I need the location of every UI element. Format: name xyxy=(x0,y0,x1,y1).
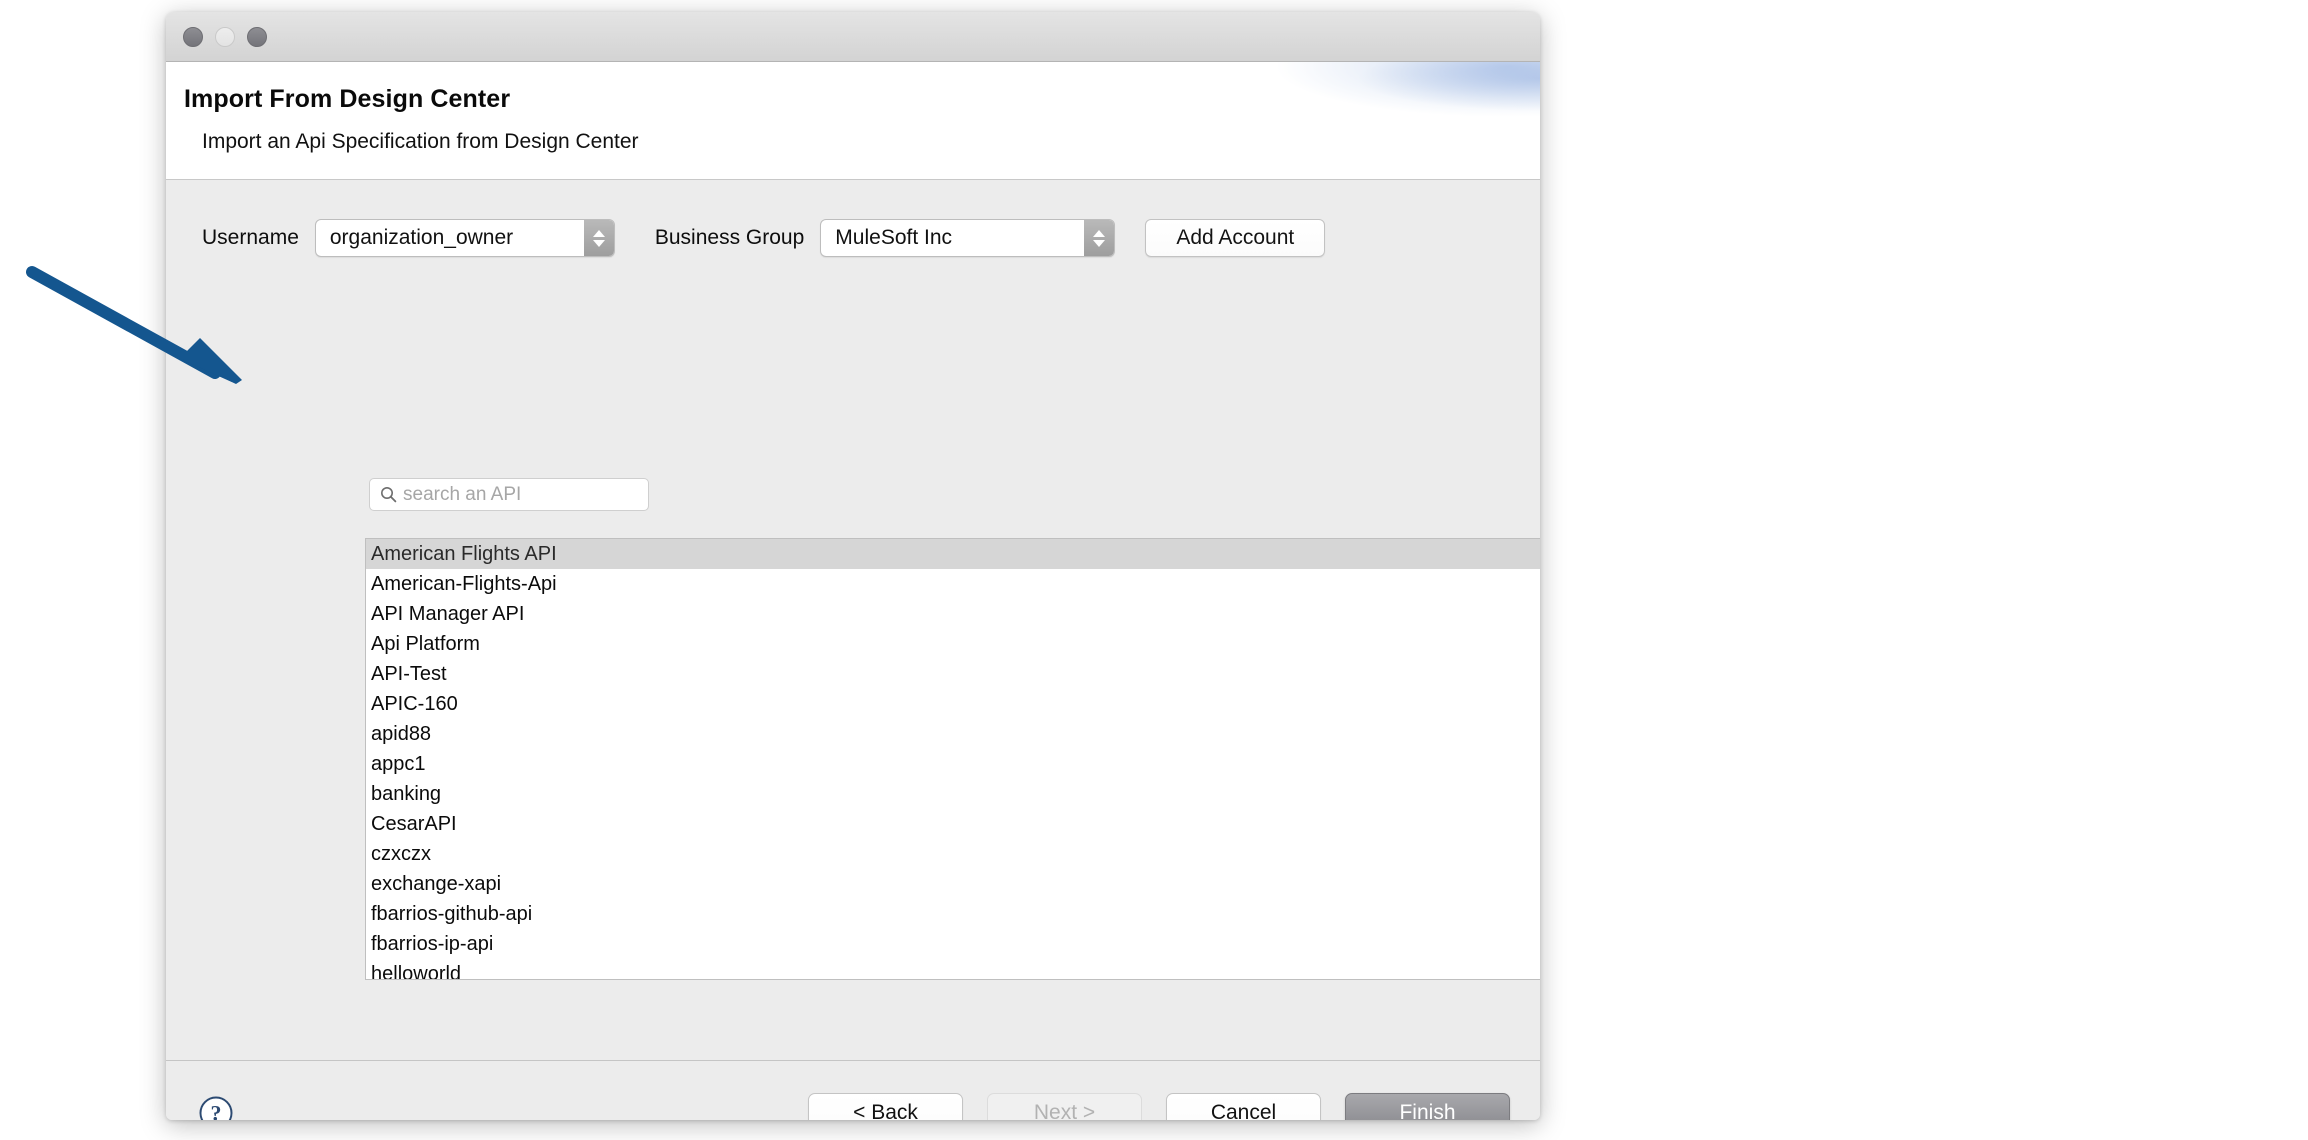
zoom-button-icon[interactable] xyxy=(247,27,267,47)
username-select-value: organization_owner xyxy=(316,226,513,250)
page-title: Import From Design Center xyxy=(184,85,510,114)
back-button[interactable]: < Back xyxy=(808,1093,963,1120)
next-button: Next > xyxy=(987,1093,1142,1120)
list-item[interactable]: American-Flights-Api xyxy=(366,569,1540,599)
business-group-select-value: MuleSoft Inc xyxy=(821,226,952,250)
footer-button-group: < Back Next > Cancel Finish xyxy=(808,1093,1510,1120)
minimize-button-icon[interactable] xyxy=(215,27,235,47)
header-decorative-gradient xyxy=(1120,62,1540,180)
window-titlebar xyxy=(166,12,1540,62)
page-subtitle: Import an Api Specification from Design … xyxy=(202,130,639,154)
api-list[interactable]: American Flights APIAmerican-Flights-Api… xyxy=(365,538,1540,980)
username-select[interactable]: organization_owner xyxy=(315,219,615,257)
account-form-row: Username organization_owner Business Gro… xyxy=(166,218,1540,258)
window-controls xyxy=(183,27,267,47)
list-item[interactable]: czxczx xyxy=(366,839,1540,869)
dialog-header: Import From Design Center Import an Api … xyxy=(166,62,1540,180)
business-group-select[interactable]: MuleSoft Inc xyxy=(820,219,1115,257)
search-placeholder-text: search an API xyxy=(403,484,521,506)
add-account-button[interactable]: Add Account xyxy=(1145,219,1325,257)
list-item[interactable]: CesarAPI xyxy=(366,809,1540,839)
search-icon xyxy=(380,486,397,503)
list-item[interactable]: apid88 xyxy=(366,719,1540,749)
dialog-window: Import From Design Center Import an Api … xyxy=(166,12,1540,1120)
list-item[interactable]: exchange-xapi xyxy=(366,869,1540,899)
dialog-body: Username organization_owner Business Gro… xyxy=(166,180,1540,1060)
list-item[interactable]: helloworld xyxy=(366,959,1540,980)
list-item[interactable]: American Flights API xyxy=(366,539,1540,569)
list-item[interactable]: fbarrios-ip-api xyxy=(366,929,1540,959)
help-button[interactable]: ? xyxy=(198,1095,234,1120)
cancel-button[interactable]: Cancel xyxy=(1166,1093,1321,1120)
list-item[interactable]: API-Test xyxy=(366,659,1540,689)
chevron-updown-icon[interactable] xyxy=(584,220,614,256)
business-group-label: Business Group xyxy=(655,226,804,250)
list-item[interactable]: Api Platform xyxy=(366,629,1540,659)
close-button-icon[interactable] xyxy=(183,27,203,47)
list-item[interactable]: API Manager API xyxy=(366,599,1540,629)
list-item[interactable]: APIC-160 xyxy=(366,689,1540,719)
api-search[interactable]: search an API xyxy=(369,478,649,511)
svg-text:?: ? xyxy=(211,1101,222,1121)
username-label: Username xyxy=(202,226,299,250)
search-input[interactable]: search an API xyxy=(369,478,649,511)
chevron-updown-icon[interactable] xyxy=(1084,220,1114,256)
finish-button[interactable]: Finish xyxy=(1345,1093,1510,1120)
dialog-footer: ? < Back Next > Cancel Finish xyxy=(166,1060,1540,1120)
screenshot-root: Import From Design Center Import an Api … xyxy=(0,0,2308,1140)
list-item[interactable]: fbarrios-github-api xyxy=(366,899,1540,929)
list-item[interactable]: banking xyxy=(366,779,1540,809)
list-item[interactable]: appc1 xyxy=(366,749,1540,779)
